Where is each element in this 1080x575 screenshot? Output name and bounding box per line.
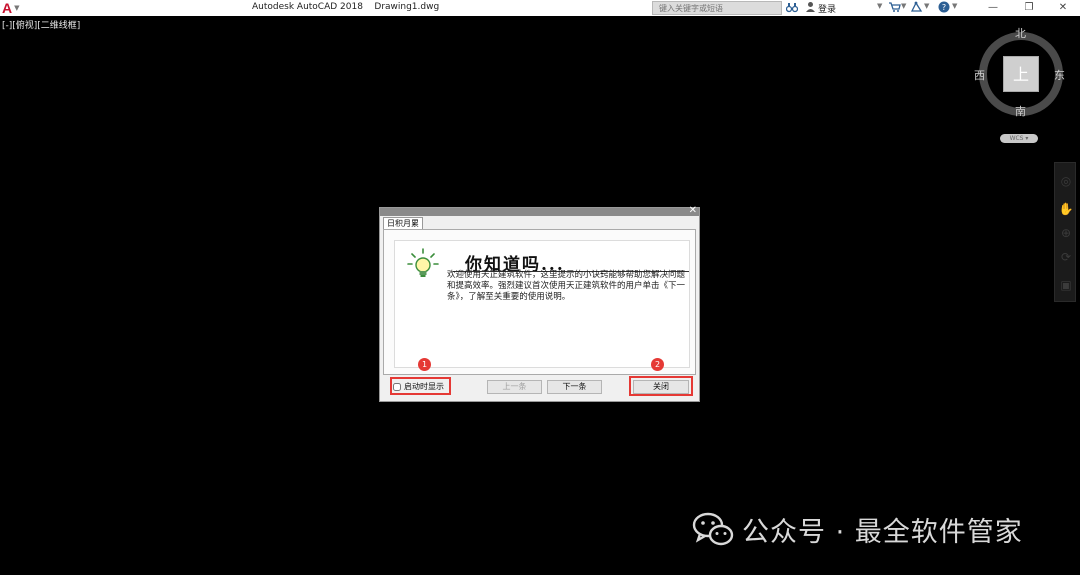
close-button[interactable]: 关闭 (633, 380, 689, 394)
viewport-controls-label[interactable]: [-][俯视][二维线框] (2, 18, 80, 31)
dialog-title-bar[interactable]: ✕ (380, 205, 699, 217)
light-bulb-icon (407, 248, 439, 277)
previous-tip-button[interactable]: 上一条 (487, 380, 542, 394)
compass-north[interactable]: 北 (1015, 25, 1026, 41)
application-menu-button[interactable]: A ▼ (0, 0, 30, 16)
chevron-down-icon[interactable]: ▼ (952, 2, 957, 10)
autocad-logo-icon: A (2, 0, 13, 16)
show-on-startup-checkbox[interactable]: 启动时显示 (393, 381, 444, 392)
navigation-bar: ◎ ✋ ⊕ ⟳ ▣ (1054, 162, 1076, 302)
compass-south[interactable]: 南 (1015, 103, 1026, 119)
svg-text:?: ? (942, 3, 946, 12)
window-title: Autodesk AutoCAD 2018 Drawing1.dwg (252, 2, 440, 12)
compass-east[interactable]: 东 (1054, 67, 1065, 83)
tip-content-area: 你知道吗... 欢迎使用天正建筑软件，这里提示的小诀窍能够帮助您解决问题和提高效… (394, 240, 690, 368)
tip-of-the-day-dialog: ✕ 日积月累 你知道吗... 欢迎使用天正建筑软件，这里提示的小诀窍能够帮助您解… (379, 205, 700, 402)
show-on-startup-label: 启动时显示 (404, 382, 444, 391)
orbit-icon[interactable]: ⟳ (1058, 249, 1074, 265)
signin-button[interactable]: 登录 (818, 2, 836, 15)
restore-button[interactable]: ❐ (1012, 0, 1046, 16)
annotation-badge-2: 2 (651, 358, 664, 371)
viewcube-top-face[interactable]: 上 (1003, 56, 1039, 92)
chevron-down-icon[interactable]: ▼ (901, 2, 906, 10)
chevron-down-icon: ▼ (14, 4, 20, 12)
showmotion-icon[interactable]: ▣ (1058, 277, 1074, 293)
viewcube[interactable]: 上 北 南 西 东 (974, 27, 1068, 121)
exchange-icon[interactable] (910, 1, 923, 18)
close-icon: ✕ (1058, 2, 1068, 13)
close-window-button[interactable]: ✕ (1046, 0, 1080, 16)
steering-wheel-icon[interactable]: ◎ (1058, 173, 1074, 189)
watermark-text: 公众号 · 最全软件管家 (742, 516, 1023, 548)
show-on-startup-input[interactable] (393, 382, 401, 391)
wechat-logo-icon (692, 512, 734, 546)
restore-icon: ❐ (1024, 2, 1034, 13)
user-icon[interactable] (805, 1, 816, 18)
minimize-icon: — (988, 2, 998, 13)
close-icon[interactable]: ✕ (689, 205, 697, 217)
pan-icon[interactable]: ✋ (1058, 201, 1074, 217)
chevron-down-icon[interactable]: ▼ (877, 2, 882, 10)
minimize-button[interactable]: — (976, 0, 1010, 16)
title-bar: A ▼ Autodesk AutoCAD 2018 Drawing1.dwg 登… (0, 0, 1080, 16)
compass-west[interactable]: 西 (974, 67, 985, 83)
cart-icon[interactable] (888, 1, 901, 18)
annotation-badge-1: 1 (418, 358, 431, 371)
wcs-menu-button[interactable]: WCS ▾ (1000, 134, 1038, 143)
next-tip-button[interactable]: 下一条 (547, 380, 602, 394)
tip-body-text: 欢迎使用天正建筑软件，这里提示的小诀窍能够帮助您解决问题和提高效率。强烈建议首次… (447, 270, 686, 302)
watermark: 公众号 · 最全软件管家 (692, 510, 1023, 548)
search-input[interactable] (652, 1, 782, 15)
chevron-down-icon[interactable]: ▼ (924, 2, 929, 10)
help-icon[interactable]: ? (938, 1, 950, 18)
binoculars-icon[interactable] (785, 1, 799, 18)
zoom-icon[interactable]: ⊕ (1058, 225, 1074, 241)
tip-panel: 你知道吗... 欢迎使用天正建筑软件，这里提示的小诀窍能够帮助您解决问题和提高效… (383, 229, 696, 375)
